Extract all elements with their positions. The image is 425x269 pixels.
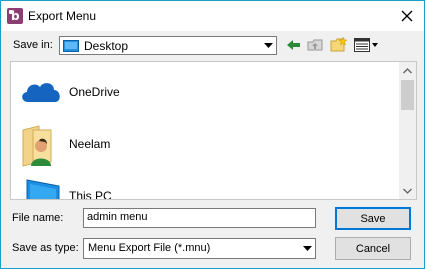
- app-icon: b: [7, 8, 23, 24]
- scroll-up-button[interactable]: [399, 62, 416, 79]
- new-folder-button[interactable]: [329, 35, 349, 53]
- file-name-input[interactable]: admin menu: [83, 208, 316, 228]
- save-as-type-value: Menu Export File (*.mnu): [88, 242, 211, 254]
- list-item-onedrive[interactable]: OneDrive: [11, 70, 396, 114]
- save-in-dropdown[interactable]: Desktop: [59, 36, 277, 55]
- save-in-label: Save in:: [13, 39, 53, 51]
- onedrive-icon: [22, 83, 60, 102]
- close-button[interactable]: [398, 7, 416, 25]
- back-arrow-icon: [287, 40, 300, 50]
- window-title: Export Menu: [28, 9, 97, 23]
- scroll-thumb[interactable]: [401, 80, 414, 110]
- vertical-scrollbar[interactable]: [399, 62, 416, 199]
- file-list[interactable]: OneDrive Neelam This PC: [10, 61, 417, 200]
- desktop-icon: [63, 40, 79, 52]
- list-item-label: Neelam: [69, 137, 111, 151]
- computer-icon: [26, 179, 60, 199]
- chevron-up-icon: [403, 67, 412, 73]
- save-button[interactable]: Save: [335, 207, 411, 230]
- save-in-value: Desktop: [84, 39, 129, 53]
- list-item-neelam[interactable]: Neelam: [11, 122, 396, 167]
- save-as-type-label: Save as type:: [12, 242, 79, 254]
- user-folder-icon: [22, 125, 52, 167]
- list-item-this-pc[interactable]: This PC: [11, 174, 396, 200]
- view-menu-icon: [354, 38, 378, 52]
- chevron-down-icon: [403, 188, 412, 194]
- scroll-down-button[interactable]: [399, 182, 416, 199]
- list-item-label: This PC: [69, 189, 112, 200]
- up-folder-button[interactable]: [305, 36, 325, 54]
- close-icon: [401, 10, 413, 22]
- chevron-down-icon: [299, 239, 315, 258]
- file-name-label: File name:: [12, 212, 64, 224]
- list-item-label: OneDrive: [69, 85, 120, 99]
- export-menu-dialog: b Export Menu Save in: Desktop OneDrive …: [0, 0, 425, 269]
- save-as-type-dropdown[interactable]: Menu Export File (*.mnu): [83, 238, 316, 259]
- back-button[interactable]: [284, 36, 304, 54]
- up-folder-icon: [307, 39, 323, 51]
- view-menu-button[interactable]: [353, 36, 379, 54]
- cancel-button[interactable]: Cancel: [335, 237, 411, 260]
- title-bar: b Export Menu: [1, 1, 424, 31]
- new-folder-icon: [330, 36, 348, 52]
- chevron-down-icon: [260, 37, 276, 54]
- file-name-value: admin menu: [87, 211, 148, 223]
